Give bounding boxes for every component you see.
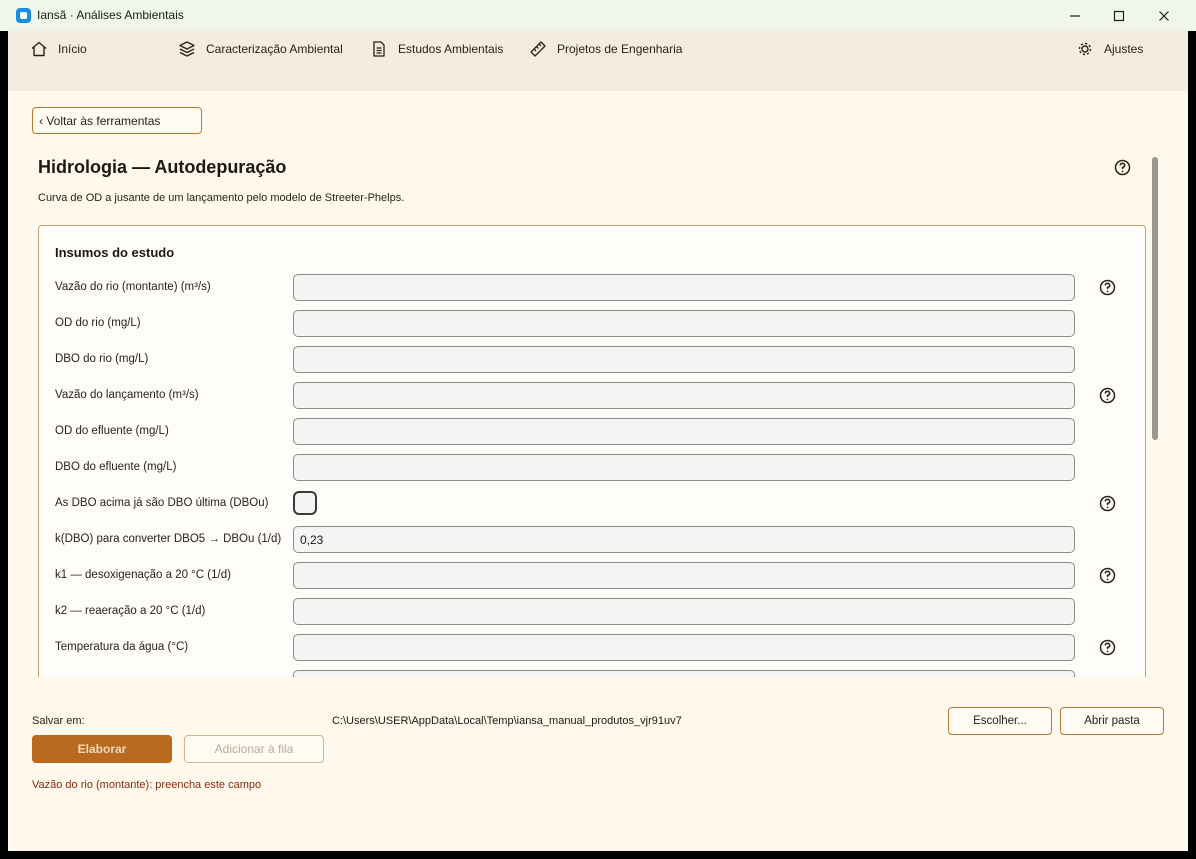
close-icon <box>1159 10 1169 21</box>
nav-item-projetos[interactable]: Projetos de Engenharia <box>529 39 682 59</box>
nav-item-inicio[interactable]: Início <box>30 39 87 59</box>
field-label: OD do rio (mg/L) <box>55 317 141 329</box>
field-label: Vazão do lançamento (m³/s) <box>55 389 199 401</box>
main-content: ‹ Voltar às ferramentas Hidrologia — Aut… <box>8 91 1188 851</box>
app-icon <box>16 8 31 23</box>
ruler-icon <box>530 41 546 57</box>
form-row <box>39 670 1145 677</box>
field-label: Vazão do rio (montante) (m³/s) <box>55 281 211 293</box>
field-input[interactable] <box>293 634 1075 661</box>
panel-title: Insumos do estudo <box>55 245 175 260</box>
field-input[interactable] <box>293 670 1075 677</box>
inputs-panel: Insumos do estudo Vazão do rio (montante… <box>38 225 1146 677</box>
help-icon[interactable] <box>1099 495 1116 512</box>
save-path: C:\Users\USER\AppData\Local\Temp\iansa_m… <box>332 715 682 727</box>
field-input[interactable] <box>293 274 1075 301</box>
nav-item-label: Início <box>58 42 87 56</box>
back-to-tools-button[interactable]: ‹ Voltar às ferramentas <box>32 107 202 134</box>
nav-item-label: Estudos Ambientais <box>398 42 504 56</box>
nav-item-label: Projetos de Engenharia <box>557 42 683 56</box>
nav-item-ajustes[interactable]: Ajustes <box>1076 39 1143 59</box>
help-icon[interactable] <box>1099 567 1116 584</box>
window-titlebar: Iansã · Análises Ambientais <box>0 0 1196 31</box>
gear-icon <box>1078 42 1092 56</box>
nav-item-estudos[interactable]: Estudos Ambientais <box>370 39 503 59</box>
document-icon <box>373 41 385 57</box>
form-row: k1 — desoxigenação a 20 °C (1/d) <box>39 562 1145 589</box>
choose-folder-button[interactable]: Escolher... <box>948 707 1052 735</box>
form-row: As DBO acima já são DBO última (DBOu) <box>39 490 1145 517</box>
help-icon[interactable] <box>1099 387 1116 404</box>
maximize-icon <box>1113 10 1125 21</box>
field-label: DBO do efluente (mg/L) <box>55 461 177 473</box>
minimize-icon <box>1070 14 1080 17</box>
form-row: k2 — reaeração a 20 °C (1/d) <box>39 598 1145 625</box>
field-input[interactable] <box>293 598 1075 625</box>
form-row: DBO do efluente (mg/L) <box>39 454 1145 481</box>
top-navbar: Início Caracterização Ambiental Estudos … <box>8 31 1188 91</box>
minimize-button[interactable] <box>1052 0 1098 31</box>
form-row: k(DBO) para converter DBO5 → DBOu (1/d) <box>39 526 1145 553</box>
save-location-label: Salvar em: <box>32 715 85 727</box>
form-row: DBO do rio (mg/L) <box>39 346 1145 373</box>
page-subtitle: Curva de OD a jusante de um lançamento p… <box>38 192 405 204</box>
help-icon[interactable] <box>1099 279 1116 296</box>
nav-item-label: Caracterização Ambiental <box>206 42 343 56</box>
nav-item-label: Ajustes <box>1104 42 1144 56</box>
field-input[interactable] <box>293 562 1075 589</box>
elaborate-button[interactable]: Elaborar <box>32 735 172 763</box>
open-folder-button[interactable]: Abrir pasta <box>1060 707 1164 735</box>
field-input[interactable] <box>293 526 1075 553</box>
form-row: OD do efluente (mg/L) <box>39 418 1145 445</box>
field-input[interactable] <box>293 346 1075 373</box>
home-icon <box>31 41 47 57</box>
help-icon[interactable] <box>1114 159 1131 176</box>
field-label: k1 — desoxigenação a 20 °C (1/d) <box>55 569 231 581</box>
validation-error: Vazão do rio (montante): preencha este c… <box>32 779 262 791</box>
vertical-scrollbar[interactable] <box>1152 157 1158 440</box>
form-row: Vazão do lançamento (m³/s) <box>39 382 1145 409</box>
form-row: Vazão do rio (montante) (m³/s) <box>39 274 1145 301</box>
field-label: DBO do rio (mg/L) <box>55 353 149 365</box>
nav-item-caracterizacao[interactable]: Caracterização Ambiental <box>178 39 343 59</box>
layers-icon <box>179 41 195 57</box>
field-label: As DBO acima já são DBO última (DBOu) <box>55 497 269 509</box>
field-input[interactable] <box>293 382 1075 409</box>
add-to-queue-button[interactable]: Adicionar à fila <box>184 735 324 763</box>
field-label: Temperatura da água (°C) <box>55 641 189 653</box>
dbou-checkbox[interactable] <box>293 491 317 515</box>
field-input[interactable] <box>293 454 1075 481</box>
form-row: Temperatura da água (°C) <box>39 634 1145 661</box>
form-row: OD do rio (mg/L) <box>39 310 1145 337</box>
field-label: k2 — reaeração a 20 °C (1/d) <box>55 605 206 617</box>
maximize-button[interactable] <box>1096 0 1142 31</box>
field-input[interactable] <box>293 310 1075 337</box>
help-icon[interactable] <box>1099 639 1116 656</box>
field-input[interactable] <box>293 418 1075 445</box>
close-button[interactable] <box>1141 0 1187 31</box>
field-label: OD do efluente (mg/L) <box>55 425 169 437</box>
field-label: k(DBO) para converter DBO5 → DBOu (1/d) <box>55 533 282 545</box>
window-title: Iansã · Análises Ambientais <box>37 8 184 22</box>
page-title: Hidrologia — Autodepuração <box>38 157 287 177</box>
